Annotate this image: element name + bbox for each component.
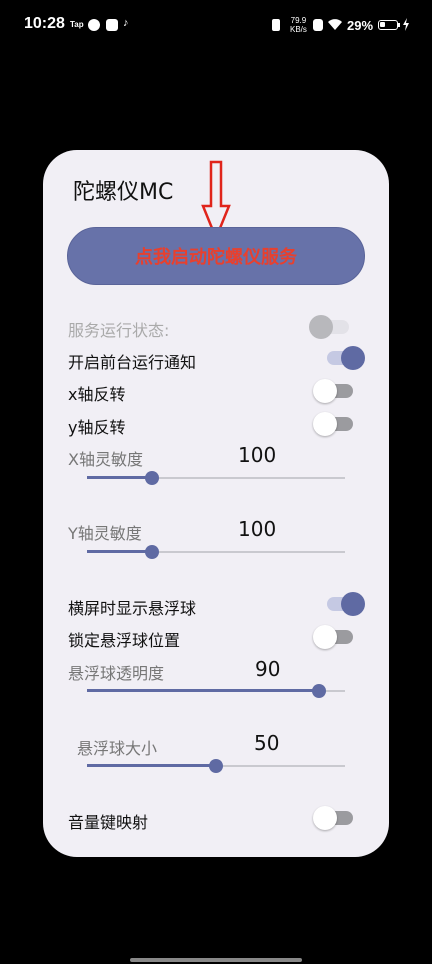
lock-float-ball-switch[interactable] [313, 624, 357, 649]
slider-knob[interactable] [144, 545, 159, 559]
x-sensitivity-slider[interactable] [87, 470, 345, 486]
landscape-float-ball-label: 横屏时显示悬浮球 [68, 599, 197, 618]
float-ball-opacity-value: 90 [255, 657, 281, 681]
slider-knob[interactable] [144, 471, 159, 485]
gesture-navigation-bar[interactable] [130, 958, 302, 962]
status-bar: 10:28 Tap ♪ 79.9 KB/s 29% [0, 0, 432, 52]
status-time: 10:28 [24, 15, 65, 32]
service-status-label: 服务运行状态: [68, 321, 170, 340]
volume-key-mapping-label: 音量键映射 [68, 813, 149, 832]
slider-knob[interactable] [209, 759, 223, 773]
slider-knob[interactable] [312, 684, 327, 698]
float-ball-opacity-label: 悬浮球透明度 [68, 664, 165, 683]
tap-app-icon: Tap [70, 20, 84, 29]
lock-float-ball-label: 锁定悬浮球位置 [68, 631, 181, 650]
mail-app-icon [106, 19, 118, 31]
network-speed: 79.9 KB/s [290, 16, 307, 34]
notification-app-icon [88, 19, 100, 31]
settings-card: 陀螺仪MC 点我启动陀螺仪服务 服务运行状态: 开启前台运行通知 x轴反转 y轴… [43, 150, 389, 857]
tiktok-icon: ♪ [123, 17, 129, 29]
vibrate-icon [272, 19, 280, 31]
no-sim-icon [313, 19, 323, 31]
x-invert-label: x轴反转 [68, 385, 126, 404]
charging-icon [403, 18, 409, 31]
landscape-float-ball-switch[interactable] [323, 591, 365, 616]
y-sensitivity-label: Y轴灵敏度 [68, 524, 142, 543]
start-service-button[interactable]: 点我启动陀螺仪服务 [67, 227, 365, 285]
x-sensitivity-value: 100 [238, 443, 277, 467]
float-ball-size-value: 50 [254, 731, 280, 755]
float-ball-size-label: 悬浮球大小 [77, 739, 158, 758]
volume-key-mapping-switch[interactable] [313, 805, 357, 830]
y-invert-label: y轴反转 [68, 418, 126, 437]
float-ball-size-slider[interactable] [87, 758, 345, 774]
x-sensitivity-label: X轴灵敏度 [68, 450, 143, 469]
y-invert-switch[interactable] [313, 411, 357, 436]
foreground-notification-switch[interactable] [323, 345, 365, 370]
foreground-notification-label: 开启前台运行通知 [68, 353, 197, 372]
wifi-icon [328, 19, 342, 30]
service-status-switch [309, 314, 353, 339]
y-sensitivity-slider[interactable] [87, 544, 345, 560]
x-invert-switch[interactable] [313, 378, 357, 403]
battery-icon [378, 20, 398, 30]
y-sensitivity-value: 100 [238, 517, 277, 541]
float-ball-opacity-slider[interactable] [87, 683, 345, 699]
battery-percent: 29% [347, 18, 374, 33]
app-title: 陀螺仪MC [73, 180, 174, 205]
